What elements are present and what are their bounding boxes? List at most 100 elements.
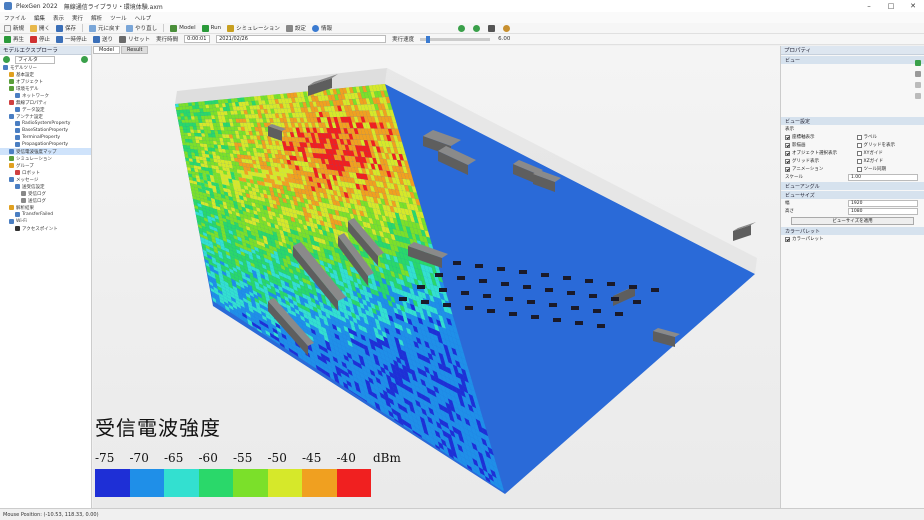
color-section-header[interactable]: カラーパレット bbox=[781, 227, 924, 235]
copy-icon[interactable] bbox=[915, 82, 921, 88]
delete-icon[interactable] bbox=[915, 93, 921, 99]
model-icon bbox=[170, 24, 178, 32]
display-section-header[interactable]: ビュー設定 bbox=[781, 117, 924, 125]
apply-size-button[interactable]: ビューサイズを適用 bbox=[791, 217, 914, 225]
edit-icon[interactable] bbox=[915, 71, 921, 77]
stop-button[interactable]: 停止 bbox=[30, 35, 50, 43]
tree-item[interactable]: 受信電波強度マップ bbox=[0, 148, 91, 155]
nav-forward-button[interactable] bbox=[472, 24, 482, 32]
display-option[interactable]: 影描画 bbox=[781, 141, 853, 149]
tab-result[interactable]: Result bbox=[121, 46, 149, 54]
tree-item[interactable]: 送信ログ bbox=[0, 197, 91, 204]
width-input[interactable]: 1920 bbox=[848, 199, 918, 207]
option-checkbox[interactable] bbox=[785, 158, 790, 164]
info-button[interactable]: 情報 bbox=[311, 24, 332, 32]
display-option[interactable]: XYガイド bbox=[853, 149, 924, 157]
close-icon[interactable]: ✕ bbox=[902, 0, 924, 12]
time-field[interactable]: 0:00:01 bbox=[184, 35, 211, 43]
tree-item[interactable]: 無線プロパティ bbox=[0, 99, 91, 106]
display-option[interactable]: XZガイド bbox=[853, 157, 924, 165]
play-button[interactable]: 再生 bbox=[4, 35, 24, 43]
option-checkbox[interactable] bbox=[785, 166, 790, 172]
tree-item[interactable]: RadioSystemProperty bbox=[0, 120, 91, 127]
menu-edit[interactable]: 編集 bbox=[34, 14, 45, 22]
menu-help[interactable]: ヘルプ bbox=[135, 14, 152, 22]
size-section-header[interactable]: ビューサイズ bbox=[781, 191, 924, 199]
menu-view[interactable]: 表示 bbox=[53, 14, 64, 22]
camera-section-header[interactable]: ビューアングル bbox=[781, 182, 924, 190]
window-controls: – □ ✕ bbox=[858, 0, 924, 12]
height-input[interactable]: 1080 bbox=[848, 207, 918, 215]
tree-item[interactable]: 解析結果 bbox=[0, 204, 91, 211]
redo-button[interactable]: やり直し bbox=[126, 24, 157, 32]
tree-item[interactable]: 環境モデル bbox=[0, 85, 91, 92]
refresh-icon[interactable] bbox=[81, 56, 88, 63]
option-checkbox[interactable] bbox=[785, 142, 790, 148]
new-button[interactable]: 新規 bbox=[4, 24, 24, 32]
option-checkbox[interactable] bbox=[856, 166, 862, 172]
tree-item[interactable]: アンテナ設定 bbox=[0, 113, 91, 120]
display-option[interactable]: オブジェクト選択表示 bbox=[781, 149, 853, 157]
tree-item[interactable]: グループ bbox=[0, 162, 91, 169]
sphere-button[interactable] bbox=[502, 24, 512, 32]
add-icon[interactable] bbox=[3, 56, 10, 63]
simulation-button[interactable]: シミュレーション bbox=[227, 24, 280, 32]
tree-item[interactable]: 基本設定 bbox=[0, 71, 91, 78]
tree-item[interactable]: TerminalProperty bbox=[0, 134, 91, 141]
camera-button[interactable] bbox=[487, 24, 497, 32]
tree-item[interactable]: PropagationProperty bbox=[0, 141, 91, 148]
view-section-header[interactable]: ビュー bbox=[781, 56, 924, 64]
step-button[interactable]: 送り bbox=[93, 35, 113, 43]
nav-back-button[interactable] bbox=[457, 24, 467, 32]
tree-item[interactable]: 受信ログ bbox=[0, 190, 91, 197]
display-option[interactable]: ラベル bbox=[853, 133, 924, 141]
option-checkbox[interactable] bbox=[856, 150, 862, 156]
pause-button[interactable]: 一時停止 bbox=[56, 35, 87, 43]
palette-checkbox[interactable] bbox=[785, 236, 790, 242]
settings-button[interactable]: 設定 bbox=[285, 24, 306, 32]
model-button[interactable]: Model bbox=[170, 24, 196, 32]
minimize-icon[interactable]: – bbox=[858, 0, 880, 12]
save-button[interactable]: 保存 bbox=[56, 24, 76, 32]
speed-slider-thumb[interactable] bbox=[426, 35, 431, 43]
option-checkbox[interactable] bbox=[785, 150, 790, 156]
menu-file[interactable]: ファイル bbox=[4, 14, 26, 22]
display-option[interactable]: グリッドを表示 bbox=[853, 141, 924, 149]
menu-tools[interactable]: ツール bbox=[110, 14, 127, 22]
undo-button[interactable]: 元に戻す bbox=[89, 24, 120, 32]
tree-item[interactable]: オブジェクト bbox=[0, 78, 91, 85]
display-option[interactable]: ツール同期 bbox=[853, 165, 924, 173]
tab-model[interactable]: Model bbox=[93, 46, 121, 54]
option-checkbox[interactable] bbox=[856, 134, 862, 140]
display-option[interactable]: アニメーション bbox=[781, 165, 853, 173]
menu-run[interactable]: 実行 bbox=[72, 14, 83, 22]
legend-swatch bbox=[164, 469, 199, 497]
option-checkbox[interactable] bbox=[785, 134, 790, 140]
maximize-icon[interactable]: □ bbox=[880, 0, 902, 12]
tree-item[interactable]: モデルツリー bbox=[0, 64, 91, 71]
tree-item[interactable]: ネットワーク bbox=[0, 92, 91, 99]
scale-input[interactable]: 1.00 bbox=[848, 173, 918, 181]
open-button[interactable]: 開く bbox=[30, 24, 50, 32]
display-option[interactable]: 座標軸表示 bbox=[781, 133, 853, 141]
tree-node-icon bbox=[9, 163, 14, 168]
option-checkbox[interactable] bbox=[856, 158, 862, 164]
tree-item[interactable]: アクセスポイント bbox=[0, 225, 91, 232]
add-icon[interactable] bbox=[915, 60, 921, 66]
tree-item[interactable]: データ設定 bbox=[0, 106, 91, 113]
reset-button[interactable]: リセット bbox=[119, 35, 150, 43]
speed-slider[interactable] bbox=[420, 35, 491, 43]
option-checkbox[interactable] bbox=[856, 142, 862, 148]
tree-item[interactable]: BaseStationProperty bbox=[0, 127, 91, 134]
tree-item[interactable]: シミュレーション bbox=[0, 155, 91, 162]
tree-item[interactable]: ロボット bbox=[0, 169, 91, 176]
run-button[interactable]: Run bbox=[201, 24, 221, 32]
tree-item[interactable]: Wi-Fi bbox=[0, 218, 91, 225]
tree-item[interactable]: 送受信設定 bbox=[0, 183, 91, 190]
menu-analysis[interactable]: 解析 bbox=[91, 14, 102, 22]
tree-item[interactable]: メッセージ bbox=[0, 176, 91, 183]
date-field[interactable]: 2021/02/26 bbox=[216, 35, 387, 43]
tree-item[interactable]: TransferFailed bbox=[0, 211, 91, 218]
filter-input[interactable]: フィルタ bbox=[15, 55, 55, 64]
display-option[interactable]: グリッド表示 bbox=[781, 157, 853, 165]
